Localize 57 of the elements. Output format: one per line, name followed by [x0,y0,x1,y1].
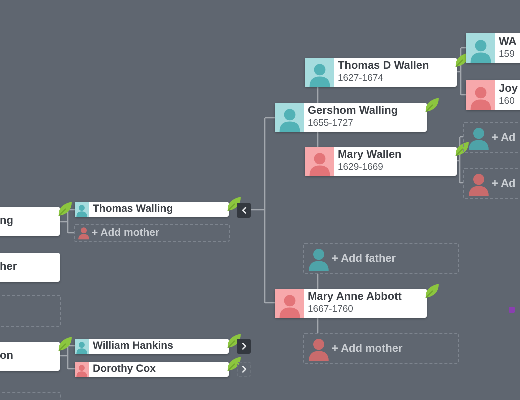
connector-line [456,136,464,184]
silhouette-icon [308,62,332,87]
person-name: Mary Anne Abbott [308,291,402,304]
add-label: + Ad [492,178,516,190]
add-label: + Add mother [332,342,403,354]
add-label: + Ad [492,132,516,144]
life-years: 159 [499,48,516,60]
person-name: Mary Wallen [338,149,402,162]
person-card[interactable]: William Hankins [75,339,229,354]
person-name: Gershom Walling [308,105,398,118]
person-name: WA [499,36,517,49]
connector-line [59,209,76,234]
life-years: 1629-1669 [338,162,384,174]
silhouette-icon [468,38,492,63]
add-label: + Add father [332,252,396,264]
add-person-slot[interactable]: + Ad [463,168,520,199]
silhouette-icon [278,293,302,318]
person-name: her [0,260,18,274]
add-person-slot[interactable]: + Add mother [303,333,459,364]
life-years: 1667-1760 [308,304,354,316]
person-card[interactable]: Mary Wallen 1629-1669 [305,147,457,176]
life-years: 160 [499,96,516,108]
person-name: Joy [499,82,518,96]
person-card[interactable]: Dorothy Cox [75,362,229,377]
leaf-icon[interactable] [454,141,470,157]
person-name: Thomas D Wallen [338,60,430,74]
person-name: Thomas Walling [93,203,174,216]
person-card[interactable]: Mary Anne Abbott 1667-1760 [275,289,427,318]
life-years: 1627-1674 [338,73,384,85]
add-label: + Add mother [92,227,160,239]
person-name: ng [0,214,14,228]
silhouette-icon [468,85,492,110]
life-years: 1655-1727 [308,118,354,130]
leaf-icon[interactable] [57,336,73,352]
connector-line [456,47,467,96]
marker-icon [509,307,515,313]
person-name: on [0,350,14,364]
leaf-icon[interactable] [226,356,242,372]
person-card[interactable]: Thomas Walling [75,202,229,217]
add-person-slot[interactable]: + Ad [463,122,520,153]
silhouette-icon [278,107,302,132]
person-name: Dorothy Cox [93,363,156,376]
silhouette-icon [308,151,332,176]
connector-line [59,345,76,370]
add-person-slot[interactable]: + Add father [303,243,459,274]
leaf-icon[interactable] [424,283,440,299]
person-card[interactable]: her [0,253,60,282]
person-card[interactable]: WA 159 [466,33,520,63]
person-card[interactable]: Thomas D Wallen 1627-1674 [305,58,457,87]
add-person-slot[interactable]: + Add mother [74,224,230,242]
person-card[interactable]: Gershom Walling 1655-1727 [275,103,427,132]
leaf-icon[interactable] [424,97,440,113]
person-name: William Hankins [93,340,174,353]
person-card[interactable]: on [0,342,60,371]
leaf-icon[interactable] [57,201,73,217]
person-card[interactable]: Joy 160 [466,80,520,110]
person-card[interactable]: ng [0,207,60,236]
